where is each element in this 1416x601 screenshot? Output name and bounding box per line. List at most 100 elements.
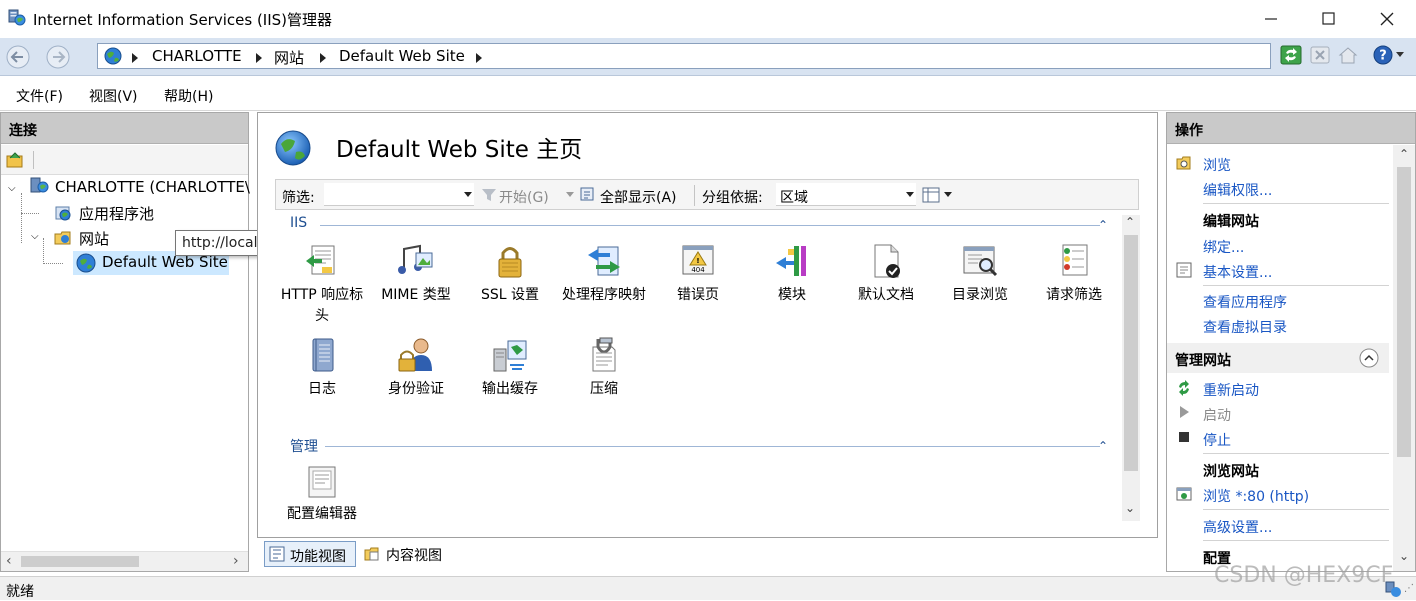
svg-text:?: ?	[1379, 49, 1387, 64]
feature-error-pages[interactable]: ! 404 错误页	[651, 241, 745, 306]
tree-expand-icon[interactable]: ⌵	[8, 183, 16, 194]
action-edit-permissions[interactable]: 编辑权限...	[1203, 180, 1272, 200]
feature-label: 目录浏览	[952, 287, 1008, 303]
feature-http-response-headers[interactable]: HTTP 响应标头	[275, 241, 369, 327]
feature-label: MIME 类型	[381, 287, 451, 303]
breadcrumb-separator-icon[interactable]	[256, 53, 262, 63]
resize-grip-icon[interactable]: ⋰	[1404, 583, 1414, 594]
tree-line	[21, 213, 39, 214]
action-separator	[1203, 203, 1389, 204]
connections-toolbar	[1, 145, 248, 175]
breadcrumb-separator-icon[interactable]	[132, 53, 138, 63]
feature-label: 配置编辑器	[287, 506, 357, 521]
breadcrumb-separator-icon[interactable]	[476, 53, 482, 63]
horizontal-scrollbar[interactable]: ‹ ›	[1, 551, 248, 571]
filter-dropdown-icon[interactable]	[464, 192, 472, 197]
start-icon	[1180, 406, 1189, 418]
show-all-button[interactable]: 全部显示(A)	[600, 187, 677, 207]
collapse-manage-icon[interactable]: ⌃	[1098, 439, 1108, 453]
feature-default-document[interactable]: 默认文档	[839, 241, 933, 306]
forward-icon[interactable]	[44, 45, 72, 69]
scroll-up-icon[interactable]: ⌃	[1125, 215, 1135, 229]
actions-vertical-scrollbar[interactable]: ⌃ ⌄	[1393, 145, 1415, 571]
feature-modules[interactable]: 模块	[745, 241, 839, 306]
action-bindings[interactable]: 绑定...	[1203, 237, 1244, 257]
compression-icon	[592, 337, 616, 372]
svg-text:!: !	[696, 257, 699, 265]
watermark: CSDN @HEX9CF	[1214, 563, 1394, 588]
action-restart[interactable]: 重新启动	[1203, 380, 1259, 400]
scroll-down-icon[interactable]: ⌄	[1399, 549, 1409, 563]
collapse-icon[interactable]	[1359, 348, 1379, 368]
breadcrumb-item-sites[interactable]: 网站	[274, 47, 304, 68]
action-basic-settings[interactable]: 基本设置...	[1203, 262, 1272, 282]
filter-input[interactable]	[324, 183, 474, 206]
home-icon[interactable]	[1337, 44, 1359, 66]
tab-features-view[interactable]: 功能视图	[264, 541, 356, 567]
error-code-text: 404	[691, 266, 705, 274]
back-icon[interactable]	[4, 45, 32, 69]
minimize-icon[interactable]	[1259, 8, 1283, 30]
action-browse[interactable]: 浏览	[1203, 155, 1231, 175]
connect-icon[interactable]	[5, 150, 25, 170]
view-mode-dropdown-icon[interactable]	[944, 192, 952, 197]
action-view-virtual-dirs[interactable]: 查看虚拟目录	[1203, 317, 1287, 337]
feature-mime-types[interactable]: MIME 类型	[369, 241, 463, 306]
feature-ssl-settings[interactable]: SSL 设置	[463, 241, 557, 306]
scroll-left-icon[interactable]: ‹	[6, 553, 12, 569]
scroll-right-icon[interactable]: ›	[233, 553, 239, 569]
action-separator	[1203, 285, 1389, 286]
feature-label: 身份验证	[388, 381, 444, 397]
close-icon[interactable]	[1375, 8, 1399, 30]
breadcrumb-item-server[interactable]: CHARLOTTE	[152, 47, 242, 65]
feature-configuration-editor[interactable]: 配置编辑器	[275, 464, 369, 521]
tree-item-app-pools[interactable]: 应用程序池	[79, 203, 154, 224]
action-browse-80[interactable]: 浏览 *:80 (http)	[1203, 486, 1309, 506]
default-document-icon	[874, 244, 900, 278]
scroll-down-icon[interactable]: ⌄	[1125, 501, 1135, 515]
feature-authentication[interactable]: 身份验证	[369, 335, 463, 400]
tree-expand-icon[interactable]: ⌵	[31, 231, 39, 242]
action-stop[interactable]: 停止	[1203, 430, 1231, 450]
scrollbar-thumb[interactable]	[21, 556, 139, 567]
scrollbar-thumb[interactable]	[1397, 167, 1411, 457]
tree-item-server[interactable]: CHARLOTTE (CHARLOTTE\	[55, 178, 250, 196]
action-view-applications[interactable]: 查看应用程序	[1203, 292, 1287, 312]
scroll-up-icon[interactable]: ⌃	[1399, 147, 1409, 161]
start-button[interactable]: 开始(G)	[499, 187, 549, 207]
vertical-scrollbar[interactable]: ⌃ ⌄	[1122, 215, 1140, 521]
group-by-dropdown-icon[interactable]	[906, 192, 914, 197]
menu-file[interactable]: 文件(F)	[16, 86, 63, 106]
refresh-icon[interactable]	[1280, 44, 1302, 66]
scrollbar-thumb[interactable]	[1124, 235, 1138, 471]
help-dropdown-icon[interactable]	[1396, 52, 1404, 57]
collapse-iis-icon[interactable]: ⌃	[1098, 218, 1108, 232]
handler-mappings-icon	[588, 246, 620, 276]
manage-site-header: 管理网站	[1167, 343, 1389, 373]
feature-request-filtering[interactable]: 请求筛选	[1027, 241, 1121, 306]
action-start[interactable]: 启动	[1203, 405, 1231, 425]
feature-handler-mappings[interactable]: 处理程序映射	[557, 241, 651, 306]
view-mode-icon[interactable]	[922, 186, 940, 204]
tab-content-view[interactable]: 内容视图	[360, 541, 452, 567]
feature-label: 请求筛选	[1046, 287, 1102, 303]
menu-view[interactable]: 视图(V)	[89, 86, 138, 106]
tree-item-sites[interactable]: 网站	[79, 228, 109, 249]
feature-output-caching[interactable]: 输出缓存	[463, 335, 557, 400]
action-advanced-settings[interactable]: 高级设置...	[1203, 517, 1272, 537]
start-dropdown-icon[interactable]	[566, 192, 574, 197]
stop-icon[interactable]	[1309, 44, 1331, 66]
feature-directory-browsing[interactable]: 目录浏览	[933, 241, 1027, 306]
breadcrumb[interactable]: CHARLOTTE 网站 Default Web Site	[97, 43, 1271, 69]
feature-logging[interactable]: 日志	[275, 335, 369, 400]
group-by-select[interactable]: 区域	[776, 183, 916, 206]
help-icon[interactable]: ?	[1372, 44, 1394, 66]
ssl-settings-icon	[498, 247, 522, 278]
feature-compression[interactable]: 压缩	[557, 335, 651, 400]
maximize-icon[interactable]	[1316, 8, 1340, 30]
breadcrumb-separator-icon[interactable]	[320, 53, 326, 63]
tab-content-label: 内容视图	[386, 548, 442, 564]
stop-icon	[1179, 432, 1189, 442]
menu-help[interactable]: 帮助(H)	[164, 86, 213, 106]
breadcrumb-item-site[interactable]: Default Web Site	[339, 47, 465, 65]
